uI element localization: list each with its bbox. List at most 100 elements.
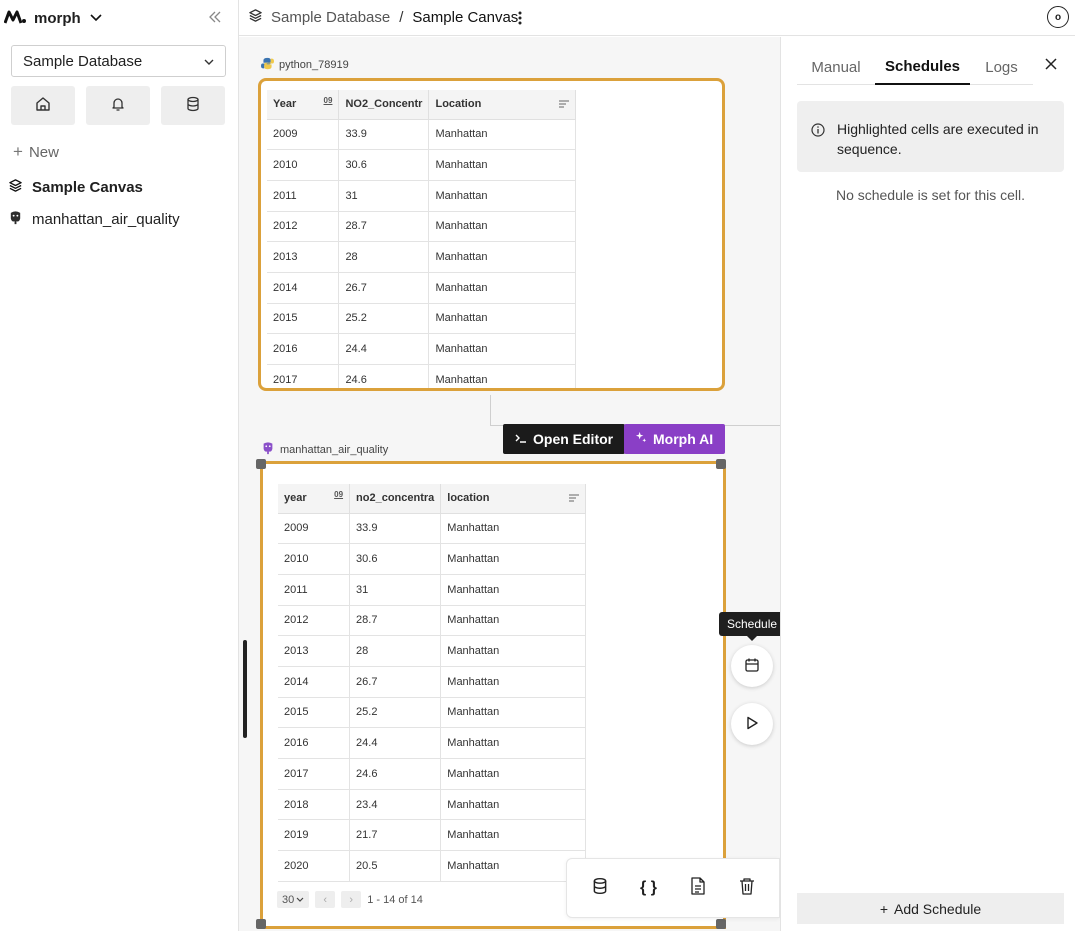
table-row[interactable]: 2018 23.4 Manhattan bbox=[278, 789, 586, 821]
table-row[interactable]: 2019 21.7 Manhattan bbox=[278, 819, 586, 852]
column-header-year[interactable]: Year 09 bbox=[267, 90, 340, 120]
sidebar-item-sample-canvas[interactable]: Sample Canvas bbox=[8, 178, 143, 197]
chevron-down-icon bbox=[89, 10, 103, 26]
info-box: Highlighted cells are executed in sequen… bbox=[797, 101, 1064, 172]
table-row[interactable]: 2011 31 Manhattan bbox=[278, 574, 586, 606]
cell-toolbar: { } bbox=[566, 858, 780, 918]
code-tool-button[interactable]: { } bbox=[634, 873, 664, 903]
type-tag: 09 bbox=[334, 490, 344, 499]
column-menu-icon[interactable] bbox=[569, 493, 579, 505]
cell-table: year 09 no2_concentra location 2009 33.9 Ma… bbox=[278, 484, 586, 882]
sidebar-item-label: Sample Canvas bbox=[32, 179, 143, 196]
trash-icon bbox=[739, 877, 755, 900]
column-header-no2[interactable]: no2_concentra bbox=[349, 484, 442, 514]
page-size-select[interactable]: 30 bbox=[277, 891, 310, 908]
table-row[interactable]: 2009 33.9 Manhattan bbox=[267, 119, 576, 151]
column-header-year[interactable]: year 09 bbox=[278, 484, 351, 514]
column-header-no2[interactable]: NO2_Concentr bbox=[338, 90, 430, 120]
bell-icon bbox=[110, 96, 126, 115]
table-cell: 2009 bbox=[278, 513, 351, 545]
postgres-icon bbox=[8, 210, 23, 229]
close-icon[interactable] bbox=[1043, 55, 1059, 73]
table-cell: 2010 bbox=[267, 149, 340, 181]
avatar[interactable]: o bbox=[1047, 6, 1069, 28]
layers-icon bbox=[8, 178, 23, 197]
python-cell[interactable]: Year 09 NO2_Concentr Location 2009 33.9 Man… bbox=[258, 78, 725, 391]
document-tool-button[interactable] bbox=[683, 873, 713, 903]
table-row[interactable]: 2012 28.7 Manhattan bbox=[278, 605, 586, 637]
table-row[interactable]: 2017 24.6 Manhattan bbox=[278, 758, 586, 790]
collapse-sidebar-icon[interactable] bbox=[205, 8, 225, 26]
table-row[interactable]: 2014 26.7 Manhattan bbox=[267, 272, 576, 304]
column-menu-icon[interactable] bbox=[559, 99, 569, 111]
table-row[interactable]: 2016 24.4 Manhattan bbox=[267, 333, 576, 365]
info-text: Highlighted cells are executed in sequen… bbox=[837, 121, 1039, 157]
table-cell: 26.7 bbox=[349, 666, 442, 698]
table-row[interactable]: 2016 24.4 Manhattan bbox=[278, 727, 586, 759]
table-row[interactable]: 2012 28.7 Manhattan bbox=[267, 211, 576, 243]
breadcrumb-canvas[interactable]: Sample Canvas bbox=[412, 9, 518, 26]
table-row[interactable]: 2013 28 Manhattan bbox=[278, 635, 586, 667]
next-page-button[interactable]: › bbox=[341, 891, 362, 908]
column-header-location[interactable]: Location bbox=[428, 90, 576, 120]
table-row[interactable]: 2014 26.7 Manhattan bbox=[278, 666, 586, 698]
table-cell: 21.7 bbox=[349, 819, 442, 852]
sidebar: morph Sample Database + New Sample Canva… bbox=[0, 0, 239, 931]
database-select-value: Sample Database bbox=[23, 52, 143, 70]
resize-handle[interactable] bbox=[716, 919, 726, 929]
cell-name: python_78919 bbox=[279, 59, 349, 71]
table-row[interactable]: 2020 20.5 Manhattan bbox=[278, 850, 586, 882]
canvas[interactable]: python_78919 Year 09 NO2_Concentr Locatio… bbox=[239, 37, 780, 931]
add-schedule-button[interactable]: + Add Schedule bbox=[797, 893, 1064, 924]
database-button[interactable] bbox=[161, 86, 225, 125]
table-cell: 2012 bbox=[278, 605, 351, 637]
morph-ai-button[interactable]: Morph AI bbox=[624, 424, 726, 454]
schedule-panel: Manual Schedules Logs Highlighted cells … bbox=[780, 37, 1075, 931]
chevron-left-icon: ‹ bbox=[323, 893, 328, 906]
tab-logs[interactable]: Logs bbox=[970, 49, 1033, 85]
sidebar-item-manhattan-air-quality[interactable]: manhattan_air_quality bbox=[8, 210, 180, 229]
database-select[interactable]: Sample Database bbox=[11, 45, 226, 77]
column-header-location[interactable]: location bbox=[440, 484, 586, 514]
table-row[interactable]: 2017 24.6 Manhattan bbox=[267, 364, 576, 388]
canvas-scrollbar[interactable] bbox=[243, 640, 247, 738]
home-button[interactable] bbox=[11, 86, 75, 125]
resize-handle[interactable] bbox=[716, 459, 726, 469]
table-cell: 2014 bbox=[278, 666, 351, 698]
table-cell: Manhattan bbox=[428, 333, 576, 365]
tab-manual[interactable]: Manual bbox=[797, 49, 875, 85]
table-row[interactable]: 2009 33.9 Manhattan bbox=[278, 513, 586, 545]
new-button[interactable]: + New bbox=[13, 142, 59, 162]
table-row[interactable]: 2015 25.2 Manhattan bbox=[278, 697, 586, 729]
database-tool-button[interactable] bbox=[585, 873, 615, 903]
schedule-button[interactable] bbox=[731, 645, 773, 687]
table-row[interactable]: 2011 31 Manhattan bbox=[267, 180, 576, 212]
table-cell: 30.6 bbox=[349, 543, 442, 575]
open-editor-button[interactable]: Open Editor bbox=[503, 424, 626, 454]
table-cell: 28 bbox=[349, 635, 442, 667]
table-cell: 24.6 bbox=[338, 364, 430, 388]
resize-handle[interactable] bbox=[256, 919, 266, 929]
table-cell: 2013 bbox=[267, 241, 340, 273]
table-row[interactable]: 2010 30.6 Manhattan bbox=[278, 543, 586, 575]
tab-schedules[interactable]: Schedules bbox=[875, 49, 970, 85]
resize-handle[interactable] bbox=[256, 459, 266, 469]
prev-page-button[interactable]: ‹ bbox=[315, 891, 336, 908]
table-row[interactable]: 2015 25.2 Manhattan bbox=[267, 303, 576, 335]
notifications-button[interactable] bbox=[86, 86, 150, 125]
app-brand[interactable]: morph bbox=[3, 6, 103, 30]
delete-tool-button[interactable] bbox=[732, 873, 762, 903]
run-button[interactable] bbox=[731, 703, 773, 745]
table-cell: 24.4 bbox=[338, 333, 430, 365]
table-cell: 2020 bbox=[278, 850, 351, 882]
chevron-right-icon: › bbox=[349, 893, 354, 906]
page-info: 1 - 14 of 14 bbox=[367, 893, 423, 906]
breadcrumb-database[interactable]: Sample Database bbox=[271, 9, 390, 26]
table-cell: 28 bbox=[338, 241, 430, 273]
cell-label: manhattan_air_quality bbox=[261, 441, 388, 458]
table-cell: 2015 bbox=[278, 697, 351, 729]
table-row[interactable]: 2010 30.6 Manhattan bbox=[267, 149, 576, 181]
table-row[interactable]: 2013 28 Manhattan bbox=[267, 241, 576, 273]
more-options-icon[interactable] bbox=[512, 9, 528, 27]
table-cell: 2011 bbox=[267, 180, 340, 212]
